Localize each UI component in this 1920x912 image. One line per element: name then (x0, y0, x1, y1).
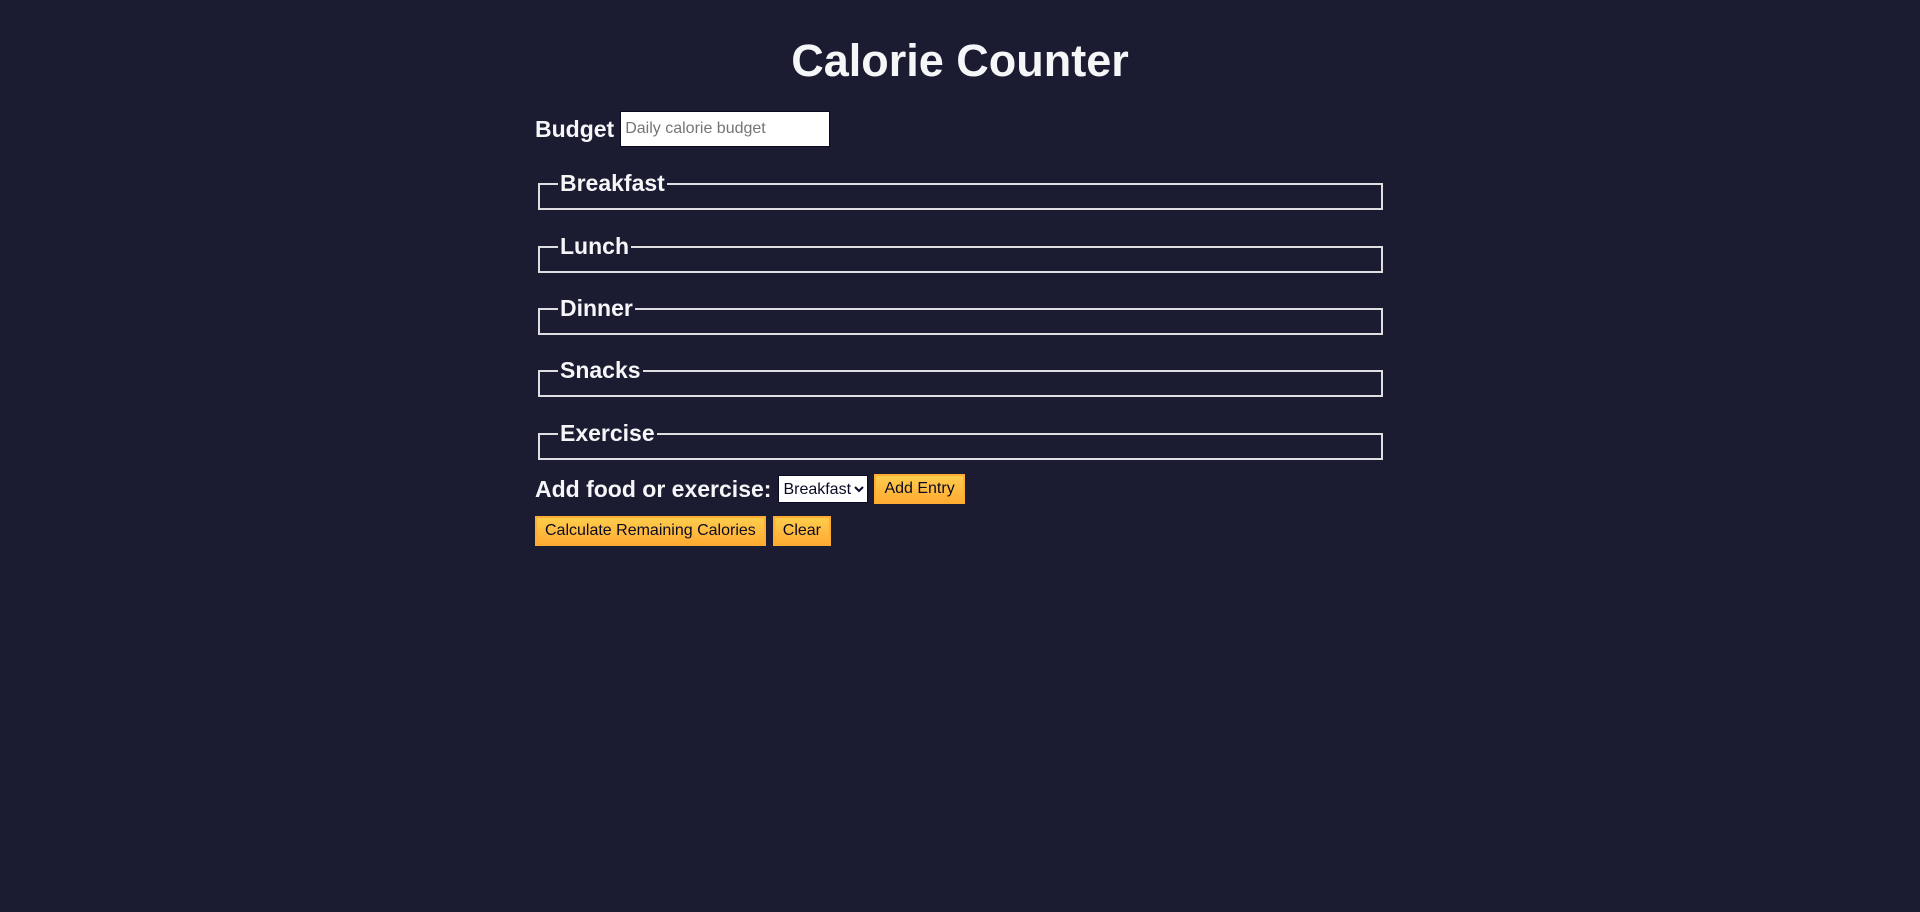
entry-category-select[interactable]: Breakfast (778, 475, 869, 503)
breakfast-fieldset: Breakfast (538, 172, 1383, 210)
budget-label: Budget (535, 115, 615, 142)
lunch-fieldset: Lunch (538, 235, 1383, 273)
lunch-legend: Lunch (560, 233, 629, 259)
clear-button[interactable]: Clear (772, 516, 831, 546)
page-title: Calorie Counter (791, 35, 1129, 86)
entry-controls: Add food or exercise: Breakfast Add Entr… (535, 474, 965, 504)
action-buttons: Calculate Remaining Calories Clear (535, 516, 831, 546)
dinner-legend: Dinner (560, 295, 633, 321)
snacks-legend: Snacks (560, 357, 641, 383)
budget-row: Budget (535, 111, 831, 147)
calculate-remaining-calories-button[interactable]: Calculate Remaining Calories (535, 516, 766, 546)
dinner-fieldset: Dinner (538, 297, 1383, 335)
snacks-fieldset: Snacks (538, 359, 1383, 397)
entry-dropdown-label: Add food or exercise: (535, 475, 772, 502)
exercise-fieldset: Exercise (538, 422, 1383, 460)
add-entry-button[interactable]: Add Entry (874, 474, 965, 504)
budget-input[interactable] (620, 111, 831, 147)
calorie-counter-page: Calorie Counter Budget Breakfast Lunch D… (0, 0, 1920, 912)
breakfast-legend: Breakfast (560, 170, 665, 196)
exercise-legend: Exercise (560, 420, 655, 446)
